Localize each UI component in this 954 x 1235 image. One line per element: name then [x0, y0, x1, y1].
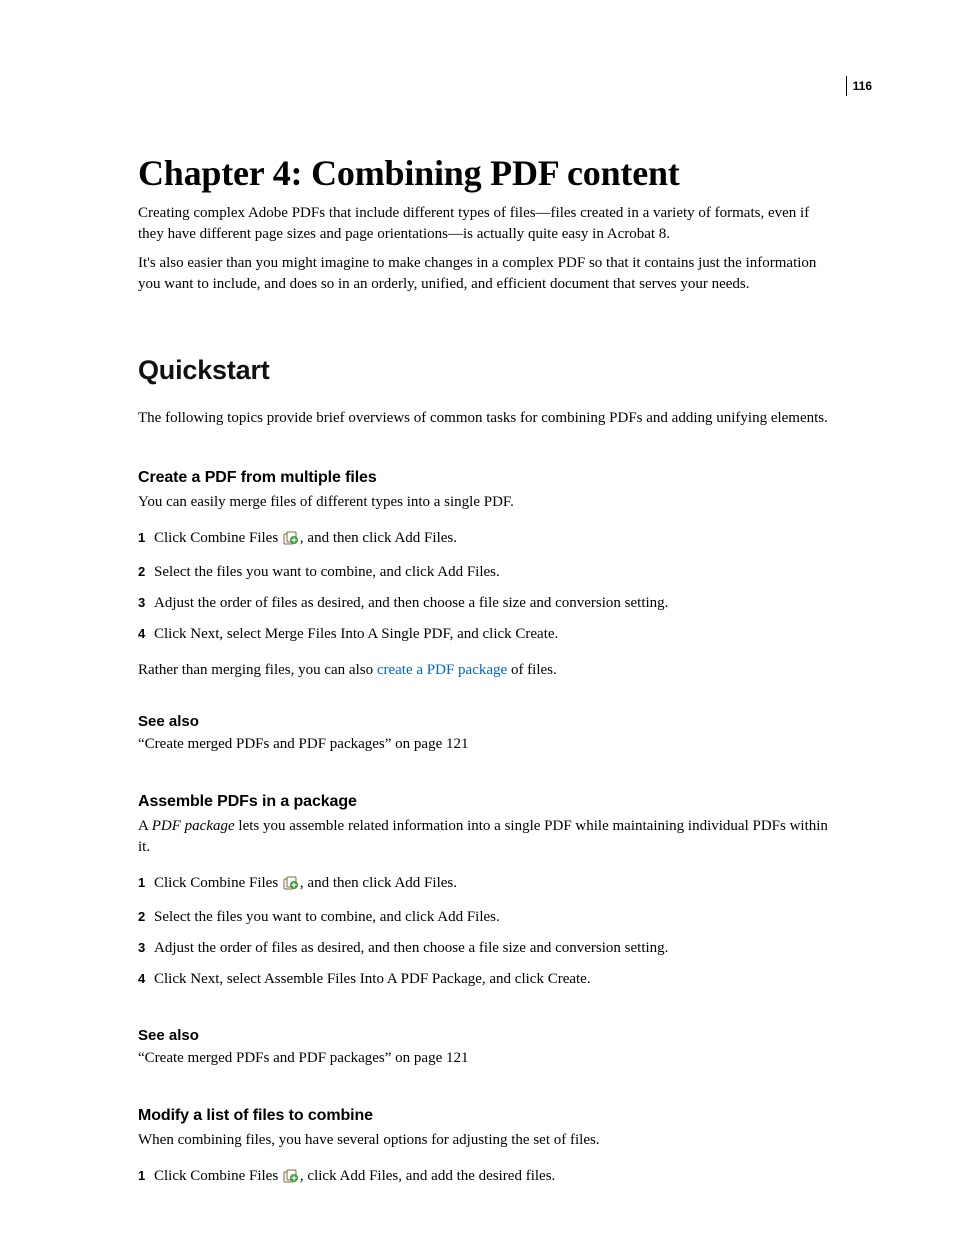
topic-heading-assemble-package: Assemble PDFs in a package — [138, 753, 838, 811]
steps-list: 1 Click Combine Files , click Add Files,… — [138, 1151, 838, 1195]
step-item: 1 Click Combine Files , click Add Files,… — [138, 1161, 838, 1195]
step-item: 4 Click Next, select Assemble Files Into… — [138, 964, 838, 995]
steps-list: 1 Click Combine Files , and then click A… — [138, 858, 838, 995]
topic-heading-modify-list: Modify a list of files to combine — [138, 1067, 838, 1125]
chapter-title: Chapter 4: Combining PDF content — [138, 0, 838, 195]
link-create-pdf-package[interactable]: create a PDF package — [377, 662, 507, 678]
step-text: Select the files you want to combine, an… — [154, 562, 838, 583]
topic-intro: A PDF package lets you assemble related … — [138, 811, 838, 858]
see-also-heading: See also — [138, 681, 838, 730]
step-text: Adjust the order of files as desired, an… — [154, 593, 838, 614]
see-also-heading: See also — [138, 995, 838, 1044]
step-text: Select the files you want to combine, an… — [154, 907, 838, 928]
step-number: 2 — [138, 908, 154, 926]
step-item: 3 Adjust the order of files as desired, … — [138, 588, 838, 619]
step-number: 2 — [138, 563, 154, 581]
topic-intro: You can easily merge files of different … — [138, 487, 838, 513]
steps-list: 1 Click Combine Files , and then click A… — [138, 513, 838, 650]
intro-paragraph-1: Creating complex Adobe PDFs that include… — [138, 195, 838, 245]
topic-heading-create-pdf: Create a PDF from multiple files — [138, 429, 838, 487]
page-content: Chapter 4: Combining PDF content Creatin… — [138, 0, 838, 1195]
step-text: Click Combine Files , and then click Add… — [154, 873, 838, 897]
section-heading-quickstart: Quickstart — [138, 295, 838, 386]
combine-files-icon — [283, 531, 299, 552]
step-number: 1 — [138, 874, 154, 892]
topic-intro: When combining files, you have several o… — [138, 1125, 838, 1151]
see-also-reference: “Create merged PDFs and PDF packages” on… — [138, 730, 838, 753]
step-text: Adjust the order of files as desired, an… — [154, 938, 838, 959]
combine-files-icon — [283, 1169, 299, 1190]
step-number: 3 — [138, 594, 154, 612]
intro-paragraph-2: It's also easier than you might imagine … — [138, 245, 838, 295]
see-also-reference: “Create merged PDFs and PDF packages” on… — [138, 1044, 838, 1067]
combine-files-icon — [283, 876, 299, 897]
step-item: 3 Adjust the order of files as desired, … — [138, 933, 838, 964]
step-item: 2 Select the files you want to combine, … — [138, 902, 838, 933]
after-steps-note: Rather than merging files, you can also … — [138, 650, 838, 681]
step-item: 4 Click Next, select Merge Files Into A … — [138, 619, 838, 650]
term-pdf-package: PDF package — [152, 818, 235, 834]
step-number: 3 — [138, 939, 154, 957]
section-intro: The following topics provide brief overv… — [138, 386, 838, 429]
step-number: 4 — [138, 625, 154, 643]
step-item: 1 Click Combine Files , and then click A… — [138, 868, 838, 902]
page-number-marker: 116 — [846, 76, 872, 96]
step-number: 1 — [138, 1167, 154, 1185]
step-text: Click Combine Files , and then click Add… — [154, 528, 838, 552]
step-text: Click Next, select Merge Files Into A Si… — [154, 624, 838, 645]
step-number: 1 — [138, 529, 154, 547]
step-number: 4 — [138, 970, 154, 988]
page-number: 116 — [853, 79, 872, 93]
step-item: 2 Select the files you want to combine, … — [138, 557, 838, 588]
step-text: Click Next, select Assemble Files Into A… — [154, 969, 838, 990]
step-item: 1 Click Combine Files , and then click A… — [138, 523, 838, 557]
step-text: Click Combine Files , click Add Files, a… — [154, 1166, 838, 1190]
